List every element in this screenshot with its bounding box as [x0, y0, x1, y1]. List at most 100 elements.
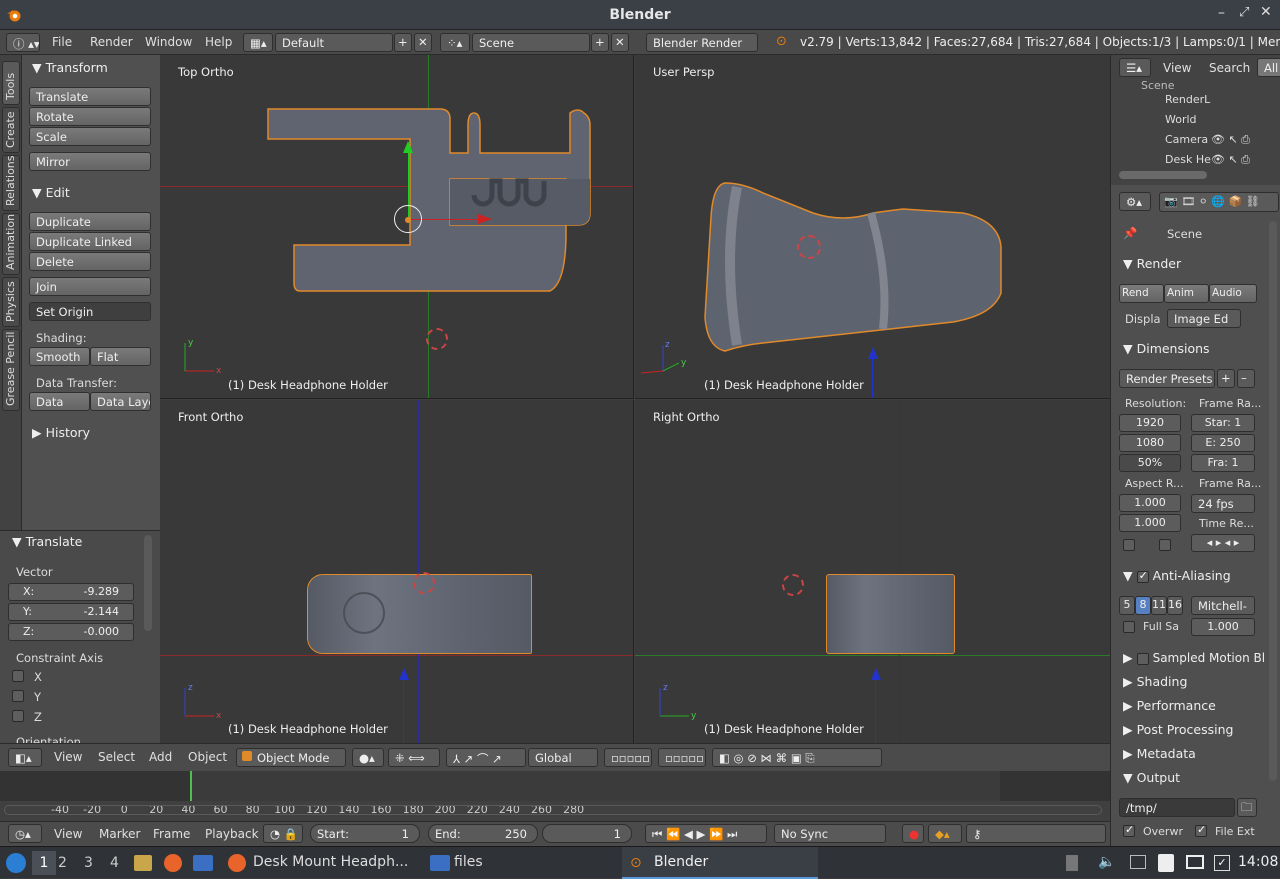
outliner-item-renderlayers[interactable]: RenderL: [1165, 93, 1210, 106]
viewport-top-ortho[interactable]: Top Ortho xy (1) Desk Headphone Holder: [160, 55, 634, 399]
timeline-scrollbar[interactable]: [4, 805, 1102, 815]
workspace-2[interactable]: 2: [58, 855, 67, 871]
render-engine-select[interactable]: Blender Render: [646, 33, 758, 52]
render-panel-header[interactable]: ▼ Render: [1123, 256, 1181, 271]
screen-layout-icon[interactable]: ▦▴: [243, 33, 273, 52]
delete-button[interactable]: Delete: [29, 252, 151, 271]
headphone-holder-top-mesh[interactable]: [260, 105, 600, 295]
viewport-right-ortho[interactable]: Right Ortho yz (1) Desk Headphone Holder: [635, 400, 1110, 743]
maximize-icon[interactable]: ⤢: [1239, 5, 1249, 20]
workspace-3[interactable]: 3: [84, 855, 93, 871]
layers-block-2[interactable]: ▫▫▫▫▫: [658, 748, 706, 767]
join-button[interactable]: Join: [29, 277, 151, 296]
3d-cursor[interactable]: [797, 235, 821, 259]
tab-relations[interactable]: Relations: [2, 155, 20, 211]
render-audio-button[interactable]: Audio: [1209, 284, 1257, 303]
tray-updates-icon[interactable]: [1066, 855, 1078, 871]
post-processing-panel-header[interactable]: ▶ Post Processing: [1123, 722, 1233, 737]
sampled-motion-blur-checkbox[interactable]: [1136, 652, 1149, 665]
menu-frame[interactable]: Frame: [153, 827, 190, 841]
visibility-eye-icon[interactable]: 👁 ↖ ⎙: [1211, 133, 1250, 147]
aa-samples-group[interactable]: 5 8 11 16: [1119, 596, 1183, 615]
tab-grease-pencil[interactable]: Grease Pencil: [2, 329, 20, 411]
operator-scrollbar[interactable]: [144, 535, 152, 631]
taskbar-files-window[interactable]: files: [454, 854, 483, 870]
fps-select[interactable]: 24 fps: [1191, 494, 1255, 513]
keying-set-field[interactable]: ⚷: [966, 824, 1106, 843]
workspace-4[interactable]: 4: [110, 855, 119, 871]
remove-scene-icon[interactable]: ✕: [611, 33, 629, 52]
file-manager-launcher-icon[interactable]: [134, 855, 152, 871]
aa-filter-select[interactable]: Mitchell-: [1191, 596, 1255, 615]
pivot-point-select[interactable]: ⁜ ⟺: [388, 748, 440, 767]
aa-samples-5[interactable]: 5: [1119, 596, 1135, 615]
add-scene-icon[interactable]: +: [591, 33, 609, 52]
tab-physics[interactable]: Physics: [2, 277, 20, 327]
rotate-button[interactable]: Rotate: [29, 107, 151, 126]
display-tray-icon[interactable]: [1130, 855, 1146, 869]
editor-type-properties-button[interactable]: ⚙▴: [1119, 192, 1151, 211]
outliner-item-scene[interactable]: Scene: [1141, 79, 1175, 92]
outliner-item-camera[interactable]: Camera: [1165, 133, 1208, 146]
pin-icon[interactable]: 📌: [1123, 226, 1137, 240]
constraint-y-checkbox[interactable]: [12, 690, 24, 702]
shade-smooth-button[interactable]: Smooth: [29, 347, 90, 366]
gizmo-z-arrow[interactable]: [875, 680, 876, 743]
workspace-1[interactable]: 1: [32, 851, 56, 875]
output-panel-header[interactable]: ▼ Output: [1123, 770, 1180, 785]
properties-context-tabs[interactable]: 📷 🎞 ⚪ 🌐 📦 ⛓: [1159, 192, 1279, 212]
current-frame-marker[interactable]: [190, 771, 192, 801]
network-icon[interactable]: ✓: [1214, 855, 1230, 871]
menu-select[interactable]: Select: [98, 750, 135, 764]
folder-icon[interactable]: 🗀: [1237, 798, 1257, 817]
shading-panel-header[interactable]: ▶ Shading: [1123, 674, 1187, 689]
clipboard-icon[interactable]: [1158, 854, 1174, 872]
snap-tools[interactable]: ◧ ◎ ⊘ ⋈ ⌘ ▣ ⎘: [712, 748, 882, 767]
outliner-item-world[interactable]: World: [1165, 113, 1197, 126]
overwrite-checkbox[interactable]: [1123, 823, 1135, 837]
3d-cursor[interactable]: [782, 574, 804, 596]
outliner-menu-view[interactable]: View: [1163, 61, 1191, 75]
history-panel-header[interactable]: ▶ History: [32, 425, 90, 440]
current-frame-field[interactable]: 1: [542, 824, 632, 843]
metadata-panel-header[interactable]: ▶ Metadata: [1123, 746, 1196, 761]
keying-set-icon[interactable]: ◆▴: [928, 824, 962, 843]
dimensions-panel-header[interactable]: ▼ Dimensions: [1123, 341, 1210, 356]
screen-layout-field[interactable]: Default: [275, 33, 393, 52]
aa-samples-11[interactable]: 11: [1151, 596, 1167, 615]
scene-icon[interactable]: ⁘▴: [440, 33, 470, 52]
anti-aliasing-checkbox[interactable]: [1136, 569, 1149, 583]
aa-samples-16[interactable]: 16: [1167, 596, 1183, 615]
visibility-eye-icon[interactable]: 👁 ↖ ⎙: [1211, 153, 1250, 167]
minimize-icon[interactable]: –: [1218, 5, 1225, 21]
remove-preset-icon[interactable]: –: [1237, 369, 1255, 388]
headphone-holder-right-mesh[interactable]: [826, 574, 955, 654]
sampled-motion-blur-header[interactable]: ▶ Sampled Motion Bl: [1123, 650, 1265, 665]
viewport-front-ortho[interactable]: Front Ortho xz (1) Desk Headphone Holder: [160, 400, 634, 743]
menu-object[interactable]: Object: [188, 750, 227, 764]
scale-button[interactable]: Scale: [29, 127, 151, 146]
properties-scrollbar[interactable]: [1269, 221, 1277, 781]
layers-block-1[interactable]: ▫▫▫▫▫: [604, 748, 652, 767]
add-screen-icon[interactable]: +: [394, 33, 412, 52]
output-path-field[interactable]: /tmp/: [1119, 798, 1235, 817]
gizmo-z-arrow[interactable]: [872, 359, 873, 398]
viewport-shading-select[interactable]: ●▴: [352, 748, 384, 767]
anti-aliasing-panel-header[interactable]: ▼ Anti-Aliasing: [1123, 568, 1231, 583]
set-origin-select[interactable]: Set Origin: [29, 302, 151, 321]
duplicate-button[interactable]: Duplicate: [29, 212, 151, 231]
data-layout-button[interactable]: Data Layo: [90, 392, 151, 411]
menu-window[interactable]: Window: [145, 35, 192, 49]
editor-type-3d-view-button[interactable]: ◧▴: [8, 748, 42, 767]
frame-start-field[interactable]: Star: 1: [1191, 414, 1255, 432]
taskbar-firefox-window[interactable]: Desk Mount Headph...: [253, 854, 408, 870]
transform-orientation-select[interactable]: Global: [528, 748, 598, 767]
outliner-scrollbar[interactable]: [1119, 171, 1207, 179]
tab-create[interactable]: Create: [2, 107, 20, 153]
playback-controls[interactable]: ⏮ ⏪ ◀ ▶ ⏩ ⏭: [645, 824, 767, 843]
aspect-x-field[interactable]: 1.000: [1119, 494, 1181, 512]
editor-type-outliner-button[interactable]: ☰▴: [1119, 58, 1151, 77]
menu-marker[interactable]: Marker: [99, 827, 140, 841]
preview-range-toggle[interactable]: ◔ 🔒: [263, 824, 303, 843]
edit-panel-header[interactable]: ▼ Edit: [32, 185, 70, 200]
